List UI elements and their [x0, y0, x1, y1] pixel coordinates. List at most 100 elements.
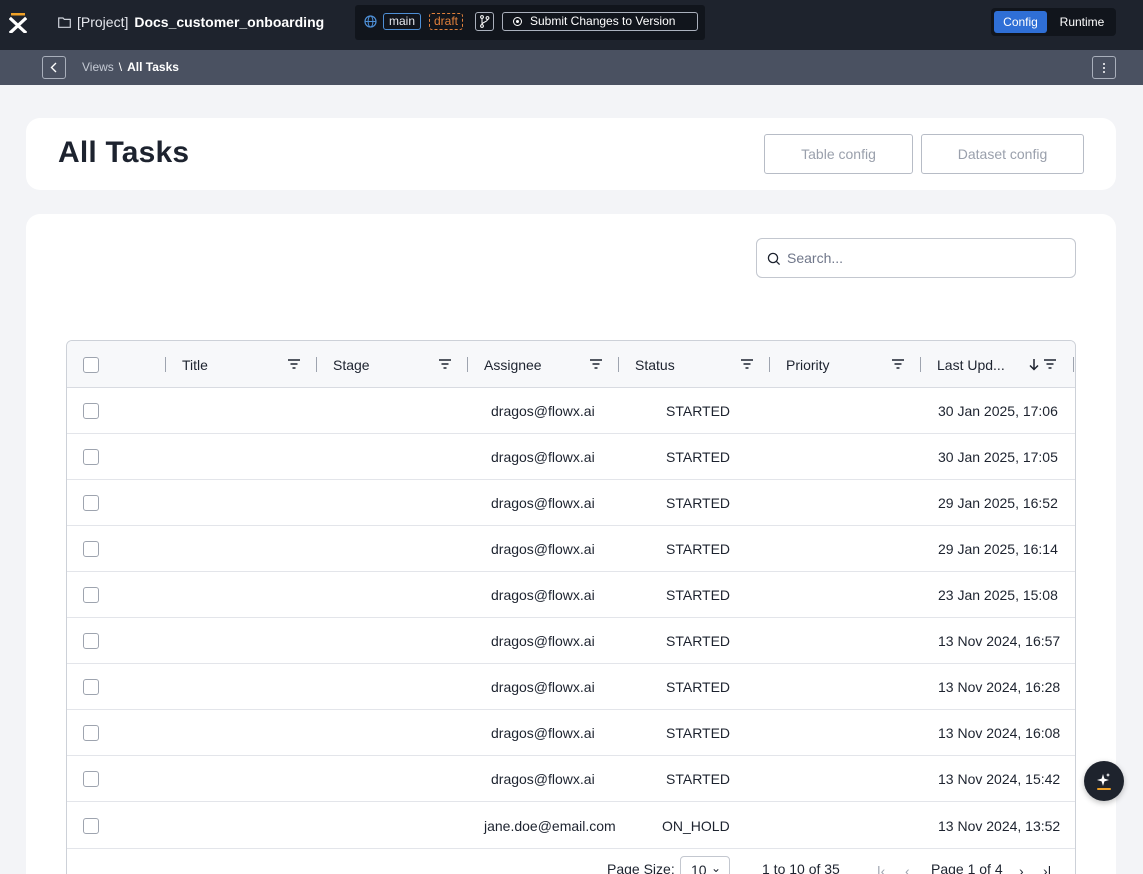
column-status[interactable]: Status: [618, 341, 769, 388]
column-stage[interactable]: Stage: [316, 341, 467, 388]
page-header: All Tasks Table config Dataset config: [26, 118, 1116, 190]
cell-assignee: dragos@flowx.ai: [491, 587, 595, 603]
column-last-updated[interactable]: Last Upd...: [920, 341, 1075, 388]
back-button[interactable]: [42, 56, 66, 79]
cell-last-updated: 30 Jan 2025, 17:05: [938, 449, 1058, 465]
dataset-config-button[interactable]: Dataset config: [921, 134, 1084, 174]
search-box: [756, 238, 1076, 278]
filter-icon[interactable]: [589, 358, 603, 370]
table-row[interactable]: dragos@flowx.ai STARTED 29 Jan 2025, 16:…: [67, 526, 1075, 572]
breadcrumb: Views \ All Tasks: [82, 60, 179, 74]
filter-icon[interactable]: [438, 358, 452, 370]
first-page-icon[interactable]: |‹: [877, 863, 885, 874]
draft-badge: draft: [429, 13, 464, 30]
cell-assignee: jane.doe@email.com: [484, 818, 616, 834]
search-icon: [767, 252, 781, 266]
row-checkbox[interactable]: [83, 449, 99, 465]
row-checkbox[interactable]: [83, 541, 99, 557]
page-size-select[interactable]: 10 ⌄: [680, 856, 730, 874]
arrow-down-icon[interactable]: [1028, 358, 1040, 371]
breadcrumb-views[interactable]: Views: [82, 60, 114, 74]
column-assignee[interactable]: Assignee: [467, 341, 618, 388]
next-page-icon[interactable]: ›: [1019, 863, 1024, 874]
table-config-button[interactable]: Table config: [764, 134, 913, 174]
branch-badge[interactable]: main: [383, 13, 422, 30]
cell-last-updated: 30 Jan 2025, 17:06: [938, 403, 1058, 419]
select-all-checkbox[interactable]: [83, 357, 99, 373]
row-checkbox[interactable]: [83, 587, 99, 603]
column-title[interactable]: Title: [165, 341, 316, 388]
search-input[interactable]: [787, 247, 1067, 269]
record-icon: [513, 17, 522, 26]
column-divider: [618, 357, 619, 372]
page-indicator: Page 1 of 4: [931, 861, 1003, 874]
folder-icon: [58, 16, 71, 28]
table-header: Title Stage Assignee Status Priority Las…: [67, 341, 1075, 388]
cell-last-updated: 13 Nov 2024, 13:52: [938, 818, 1061, 834]
table-row[interactable]: dragos@flowx.ai STARTED 13 Nov 2024, 16:…: [67, 664, 1075, 710]
row-checkbox[interactable]: [83, 679, 99, 695]
filter-icon[interactable]: [740, 358, 754, 370]
cell-status: STARTED: [666, 541, 731, 557]
pagination: Page Size: 10 ⌄ 1 to 10 of 35 |‹ ‹ Page …: [67, 849, 1075, 874]
column-divider: [1073, 357, 1074, 372]
column-divider: [467, 357, 468, 372]
merge-button[interactable]: [475, 12, 494, 31]
column-divider: [316, 357, 317, 372]
row-checkbox[interactable]: [83, 633, 99, 649]
table-row[interactable]: dragos@flowx.ai STARTED 23 Jan 2025, 15:…: [67, 572, 1075, 618]
cell-assignee: dragos@flowx.ai: [491, 449, 595, 465]
chevron-down-icon: ⌄: [711, 861, 722, 874]
table-row[interactable]: dragos@flowx.ai STARTED 13 Nov 2024, 15:…: [67, 756, 1075, 802]
previous-page-icon[interactable]: ‹: [905, 863, 910, 874]
row-checkbox[interactable]: [83, 495, 99, 511]
column-divider: [165, 357, 166, 372]
table-row[interactable]: dragos@flowx.ai STARTED 13 Nov 2024, 16:…: [67, 618, 1075, 664]
filter-icon[interactable]: [891, 358, 905, 370]
cell-last-updated: 13 Nov 2024, 16:28: [938, 679, 1061, 695]
ai-assistant-button[interactable]: [1084, 761, 1124, 801]
table-row[interactable]: jane.doe@email.com ON_HOLD 13 Nov 2024, …: [67, 802, 1075, 849]
page-range: 1 to 10 of 35: [762, 861, 840, 874]
cell-last-updated: 23 Jan 2025, 15:08: [938, 587, 1058, 603]
table-row[interactable]: dragos@flowx.ai STARTED 30 Jan 2025, 17:…: [67, 388, 1075, 434]
cell-status: ON_HOLD: [662, 818, 730, 834]
globe-icon: [364, 15, 377, 28]
table-row[interactable]: dragos@flowx.ai STARTED 29 Jan 2025, 16:…: [67, 480, 1075, 526]
cell-assignee: dragos@flowx.ai: [491, 633, 595, 649]
project-name: Docs_customer_onboarding: [134, 14, 325, 30]
table-row[interactable]: dragos@flowx.ai STARTED 13 Nov 2024, 16:…: [67, 710, 1075, 756]
cell-assignee: dragos@flowx.ai: [491, 725, 595, 741]
column-assignee-label: Assignee: [484, 357, 542, 373]
table-card: Title Stage Assignee Status Priority: [26, 214, 1116, 874]
top-bar: [Project] Docs_customer_onboarding main …: [0, 0, 1143, 50]
row-checkbox[interactable]: [83, 771, 99, 787]
row-checkbox[interactable]: [83, 403, 99, 419]
column-divider: [769, 357, 770, 372]
last-page-icon[interactable]: ›|: [1043, 863, 1051, 874]
column-status-label: Status: [635, 357, 675, 373]
cell-status: STARTED: [666, 679, 731, 695]
filter-icon[interactable]: [287, 358, 301, 370]
breadcrumb-current: All Tasks: [127, 60, 179, 74]
sparkle-icon: [1097, 773, 1111, 790]
cell-status: STARTED: [666, 587, 731, 603]
more-options-button[interactable]: [1092, 56, 1116, 79]
mode-config-tab[interactable]: Config: [994, 11, 1047, 33]
submit-changes-button[interactable]: Submit Changes to Version: [502, 12, 698, 31]
row-checkbox[interactable]: [83, 818, 99, 834]
tasks-table: Title Stage Assignee Status Priority Las…: [66, 340, 1076, 874]
breadcrumb-bar: Views \ All Tasks: [0, 50, 1143, 85]
version-toolbar: main draft Submit Changes to Version: [355, 5, 705, 40]
column-priority[interactable]: Priority: [769, 341, 920, 388]
cell-assignee: dragos@flowx.ai: [491, 541, 595, 557]
cell-status: STARTED: [666, 403, 731, 419]
cell-status: STARTED: [666, 725, 731, 741]
table-row[interactable]: dragos@flowx.ai STARTED 30 Jan 2025, 17:…: [67, 434, 1075, 480]
flowx-logo-icon[interactable]: [9, 13, 27, 33]
filter-icon[interactable]: [1043, 358, 1057, 370]
row-checkbox[interactable]: [83, 725, 99, 741]
project-title[interactable]: [Project] Docs_customer_onboarding: [58, 14, 324, 30]
mode-runtime-tab[interactable]: Runtime: [1051, 11, 1113, 33]
chevron-left-icon: [50, 62, 57, 73]
